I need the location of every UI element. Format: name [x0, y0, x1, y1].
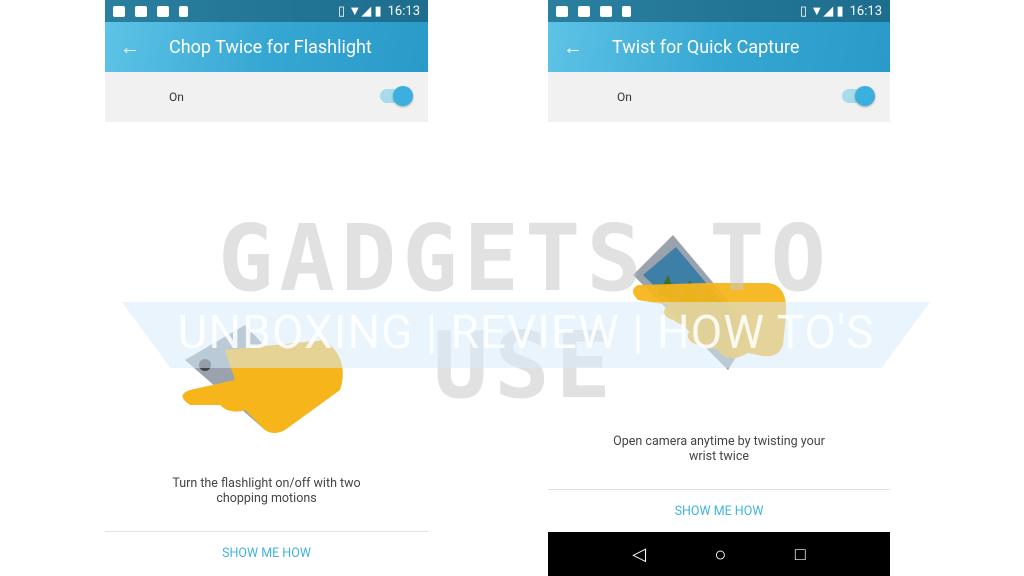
- toggle-row[interactable]: On: [105, 72, 428, 122]
- back-arrow-icon[interactable]: ←: [105, 35, 155, 60]
- app-bar: ← Twist for Quick Capture: [548, 22, 890, 72]
- feature-description: Turn the flashlight on/off with two chop…: [172, 476, 361, 506]
- toggle-row[interactable]: On: [548, 72, 890, 122]
- on-off-switch[interactable]: [842, 86, 875, 106]
- divider: [105, 531, 428, 532]
- app-bar: ← Chop Twice for Flashlight: [105, 22, 428, 72]
- feature-description: Open camera anytime by twisting your wri…: [613, 434, 825, 464]
- page-title: Chop Twice for Flashlight: [169, 36, 372, 58]
- chop-illustration: [182, 325, 343, 434]
- twist-illustration: [633, 235, 787, 370]
- back-arrow-icon[interactable]: ←: [548, 35, 598, 60]
- message-icon: [135, 5, 147, 17]
- heart-icon: [622, 5, 631, 17]
- right-phone-screen: ▯ ▼ ◢ ▮ 16:13 ← Twist for Quick Capture …: [548, 0, 890, 576]
- battery-icon: ▮: [374, 3, 382, 19]
- page-title: Twist for Quick Capture: [612, 36, 800, 58]
- show-me-how-button[interactable]: SHOW ME HOW: [548, 504, 890, 519]
- message-icon: [578, 5, 590, 17]
- left-phone-screen: ▯ ▼ ◢ ▮ 16:13 ← Chop Twice for Flashligh…: [105, 0, 428, 576]
- owl-icon: [113, 5, 125, 17]
- on-off-switch[interactable]: [380, 86, 413, 106]
- back-icon[interactable]: ◁: [632, 544, 646, 565]
- wifi-icon: ▼: [810, 4, 824, 19]
- image-icon: [600, 5, 612, 17]
- phone-icon: ▯: [337, 3, 346, 19]
- owl-icon: [556, 5, 568, 17]
- image-icon: [157, 5, 169, 17]
- status-bar: ▯ ▼ ◢ ▮ 16:13: [548, 0, 890, 22]
- status-bar: ▯ ▼ ◢ ▮ 16:13: [105, 0, 428, 22]
- battery-icon: ▮: [836, 3, 844, 19]
- toggle-label: On: [169, 90, 184, 104]
- toggle-label: On: [617, 90, 632, 104]
- heart-icon: [179, 5, 188, 17]
- recents-icon[interactable]: □: [795, 544, 806, 565]
- signal-icon: ◢: [823, 3, 834, 19]
- navigation-bar: ◁ ○ □: [548, 532, 890, 576]
- show-me-how-button[interactable]: SHOW ME HOW: [105, 546, 428, 561]
- status-time: 16:13: [849, 3, 882, 19]
- wifi-icon: ▼: [348, 4, 362, 19]
- home-icon[interactable]: ○: [714, 542, 726, 567]
- divider: [548, 489, 890, 490]
- status-time: 16:13: [387, 3, 420, 19]
- phone-icon: ▯: [799, 3, 808, 19]
- signal-icon: ◢: [361, 3, 372, 19]
